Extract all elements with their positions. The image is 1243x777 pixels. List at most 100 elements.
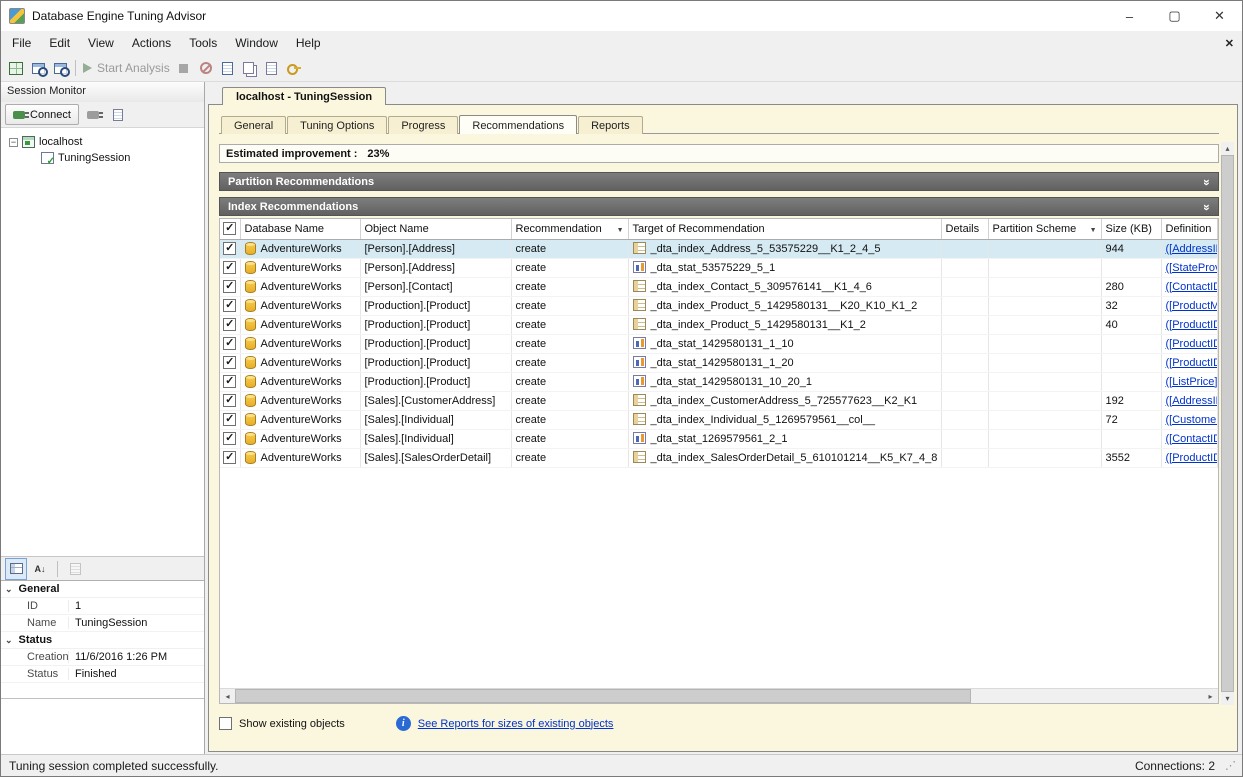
cell-partition-scheme[interactable] (988, 372, 1101, 391)
definition-link[interactable]: ([ProductID (1166, 338, 1218, 350)
menu-edit[interactable]: Edit (40, 32, 79, 54)
scrollbar-thumb[interactable] (235, 689, 971, 703)
col-partition-scheme[interactable]: Partition Scheme▼ (988, 219, 1101, 239)
row-checkbox[interactable]: ✓ (223, 432, 236, 445)
col-recommendation[interactable]: Recommendation▼ (511, 219, 628, 239)
table-row[interactable]: ✓AdventureWorks[Production].[Product]cre… (220, 315, 1218, 334)
dropdown-arrow-icon[interactable]: ▼ (1090, 227, 1097, 234)
menu-actions[interactable]: Actions (123, 32, 180, 54)
categorized-icon[interactable] (5, 558, 27, 580)
cell-partition-scheme[interactable] (988, 429, 1101, 448)
tab-tuning-options[interactable]: Tuning Options (287, 116, 387, 134)
cell-recommendation[interactable]: create (511, 353, 628, 372)
new-session-icon[interactable] (5, 57, 27, 79)
connect-button[interactable]: Connect (5, 104, 79, 125)
definition-link[interactable]: ([ProductID (1166, 452, 1218, 464)
row-checkbox[interactable]: ✓ (223, 299, 236, 312)
table-row[interactable]: ✓AdventureWorks[Person].[Address]create_… (220, 239, 1218, 258)
horizontal-scrollbar[interactable]: ◂ ▸ (220, 688, 1218, 703)
reports-link[interactable]: See Reports for sizes of existing object… (418, 718, 614, 730)
scroll-left-icon[interactable]: ◂ (220, 689, 235, 703)
scroll-up-icon[interactable]: ▴ (1221, 142, 1234, 155)
table-row[interactable]: ✓AdventureWorks[Sales].[Individual]creat… (220, 410, 1218, 429)
definition-link[interactable]: ([ListPrice] (1166, 376, 1218, 388)
property-row-status[interactable]: Status Finished (1, 666, 204, 683)
menu-window[interactable]: Window (226, 32, 287, 54)
definition-link[interactable]: ([AddressID (1166, 243, 1218, 255)
definition-link[interactable]: ([ProductID (1166, 319, 1218, 331)
cell-partition-scheme[interactable] (988, 410, 1101, 429)
show-existing-objects-checkbox[interactable] (219, 717, 232, 730)
scrollbar-track[interactable] (1221, 155, 1234, 692)
row-checkbox[interactable]: ✓ (223, 280, 236, 293)
row-checkbox[interactable]: ✓ (223, 337, 236, 350)
stop-analysis-icon[interactable] (173, 57, 195, 79)
definition-link[interactable]: ([ProductMo (1166, 300, 1218, 312)
row-checkbox[interactable]: ✓ (223, 394, 236, 407)
row-checkbox[interactable]: ✓ (223, 356, 236, 369)
collapse-chevron-icon[interactable]: » (1200, 204, 1214, 210)
table-row[interactable]: ✓AdventureWorks[Production].[Product]cre… (220, 353, 1218, 372)
cell-partition-scheme[interactable] (988, 239, 1101, 258)
col-size-kb[interactable]: Size (KB) (1101, 219, 1161, 239)
cell-partition-scheme[interactable] (988, 448, 1101, 467)
cell-recommendation[interactable]: create (511, 334, 628, 353)
table-row[interactable]: ✓AdventureWorks[Person].[Address]create_… (220, 258, 1218, 277)
cell-recommendation[interactable]: create (511, 372, 628, 391)
tab-reports[interactable]: Reports (578, 116, 643, 134)
close-document-icon[interactable]: ✕ (1225, 37, 1234, 50)
col-object-name[interactable]: Object Name (360, 219, 511, 239)
table-row[interactable]: ✓AdventureWorks[Production].[Product]cre… (220, 296, 1218, 315)
index-recommendations-header[interactable]: Index Recommendations » (219, 197, 1219, 216)
cell-recommendation[interactable]: create (511, 277, 628, 296)
menu-help[interactable]: Help (287, 32, 330, 54)
select-all-checkbox[interactable]: ✓ (223, 222, 236, 235)
cell-partition-scheme[interactable] (988, 258, 1101, 277)
table-row[interactable]: ✓AdventureWorks[Sales].[SalesOrderDetail… (220, 448, 1218, 467)
table-row[interactable]: ✓AdventureWorks[Person].[Contact]create_… (220, 277, 1218, 296)
collapse-chevron-icon[interactable]: » (1200, 179, 1214, 185)
table-row[interactable]: ✓AdventureWorks[Sales].[Individual]creat… (220, 429, 1218, 448)
cell-partition-scheme[interactable] (988, 296, 1101, 315)
cell-recommendation[interactable]: create (511, 239, 628, 258)
cell-partition-scheme[interactable] (988, 277, 1101, 296)
export-results-icon[interactable] (261, 57, 283, 79)
cancel-analysis-icon[interactable] (195, 57, 217, 79)
tree-item-tuningsession[interactable]: TuningSession (1, 150, 204, 166)
menu-view[interactable]: View (79, 32, 123, 54)
row-checkbox[interactable]: ✓ (223, 375, 236, 388)
col-details[interactable]: Details (941, 219, 988, 239)
tree-collapse-icon[interactable]: − (9, 138, 18, 147)
preview-workload-icon[interactable] (27, 57, 49, 79)
sort-az-icon[interactable]: A↓ (29, 558, 51, 580)
scroll-down-icon[interactable]: ▾ (1221, 692, 1234, 705)
scrollbar-thumb[interactable] (1221, 155, 1234, 692)
tab-general[interactable]: General (221, 116, 286, 134)
definition-link[interactable]: ([ContactID (1166, 433, 1218, 445)
menu-tools[interactable]: Tools (180, 32, 226, 54)
definition-link[interactable]: ([StateProvi (1166, 262, 1218, 274)
vertical-scrollbar[interactable]: ▴ ▾ (1221, 142, 1234, 705)
definition-link[interactable]: ([ProductID (1166, 357, 1218, 369)
start-analysis-button[interactable]: Start Analysis (80, 57, 173, 79)
definition-link[interactable]: ([AddressID (1166, 395, 1218, 407)
scrollbar-track[interactable] (235, 689, 1203, 703)
cell-recommendation[interactable]: create (511, 391, 628, 410)
cell-partition-scheme[interactable] (988, 315, 1101, 334)
cell-partition-scheme[interactable] (988, 391, 1101, 410)
cell-recommendation[interactable]: create (511, 315, 628, 334)
resize-grip[interactable]: ⋰ (1225, 759, 1236, 772)
property-pages-icon[interactable] (64, 558, 86, 580)
tree-item-localhost[interactable]: − localhost (1, 134, 204, 150)
menu-file[interactable]: File (3, 32, 40, 54)
close-button[interactable]: ✕ (1197, 1, 1242, 31)
cell-recommendation[interactable]: create (511, 258, 628, 277)
col-definition[interactable]: Definition (1161, 219, 1218, 239)
view-log-icon[interactable] (49, 57, 71, 79)
definition-link[interactable]: ([ContactID (1166, 281, 1218, 293)
table-row[interactable]: ✓AdventureWorks[Sales].[CustomerAddress]… (220, 391, 1218, 410)
clone-session-icon[interactable] (217, 57, 239, 79)
property-row-creation-time[interactable]: Creation time 11/6/2016 1:26 PM (1, 649, 204, 666)
property-row-name[interactable]: Name TuningSession (1, 615, 204, 632)
property-category-general[interactable]: ⌄ General (1, 581, 204, 598)
